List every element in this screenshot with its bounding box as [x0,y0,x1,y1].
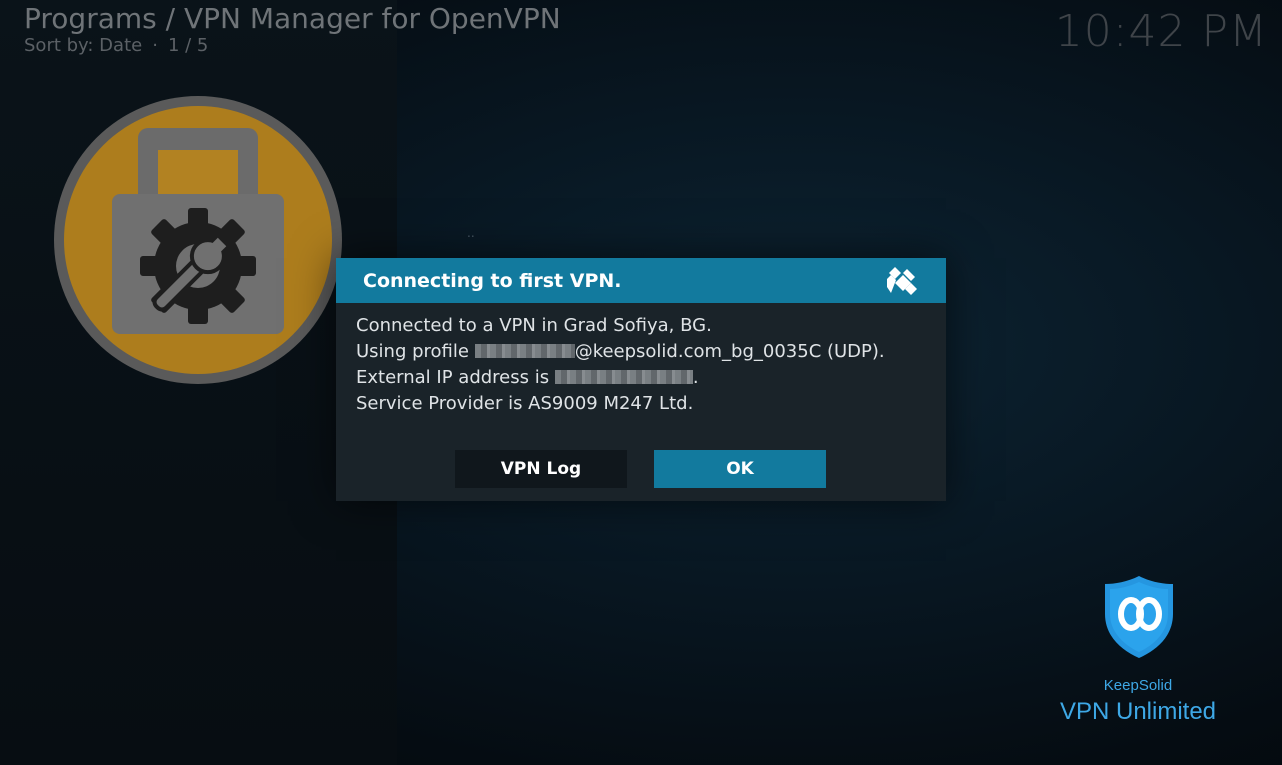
sort-label[interactable]: Sort by: Date [24,35,142,56]
ip-suffix: . [692,367,699,388]
kodi-logo-icon [887,265,919,297]
profile-prefix: Using profile [356,341,475,362]
keepsolid-branding: KeepSolid VPN Unlimited [1040,572,1240,732]
clock: 10:42 PM [1054,6,1268,57]
vpn-log-button[interactable]: VPN Log [455,450,627,488]
brand-company: KeepSolid [1103,677,1173,694]
kodi-screen: Programs / VPN Manager for OpenVPN Sort … [0,0,1282,765]
sort-info: Sort by: Date · 1 / 5 [24,35,208,56]
vpn-unlimited-shield-icon [1103,574,1175,660]
ok-button[interactable]: OK [654,450,826,488]
message-line-provider: Service Provider is AS9009 M247 Ltd. [356,393,694,414]
stray-dots: .. [467,226,475,240]
redacted-ip [554,370,693,384]
separator-dot: · [152,35,158,56]
message-line-location: Connected to a VPN in Grad Sofiya, BG. [356,315,712,336]
dialog-message: Connected to a VPN in Grad Sofiya, BG. U… [356,313,926,417]
redacted-username [474,344,575,358]
connection-dialog: Connecting to first VPN. Connected to a … [336,258,946,501]
ip-prefix: External IP address is [356,367,555,388]
dialog-title: Connecting to first VPN. [363,270,622,292]
brand-product: VPN Unlimited [1059,698,1217,725]
page-position: 1 / 5 [167,35,209,56]
dialog-header: Connecting to first VPN. [336,258,946,303]
message-line-ip: External IP address is . [356,365,926,391]
message-line-profile: Using profile @keepsolid.com_bg_0035C (U… [356,339,926,365]
lock-gear-wrench-icon [52,94,344,386]
page-title: Programs / VPN Manager for OpenVPN [24,2,561,35]
profile-suffix: @keepsolid.com_bg_0035C (UDP). [574,341,885,362]
